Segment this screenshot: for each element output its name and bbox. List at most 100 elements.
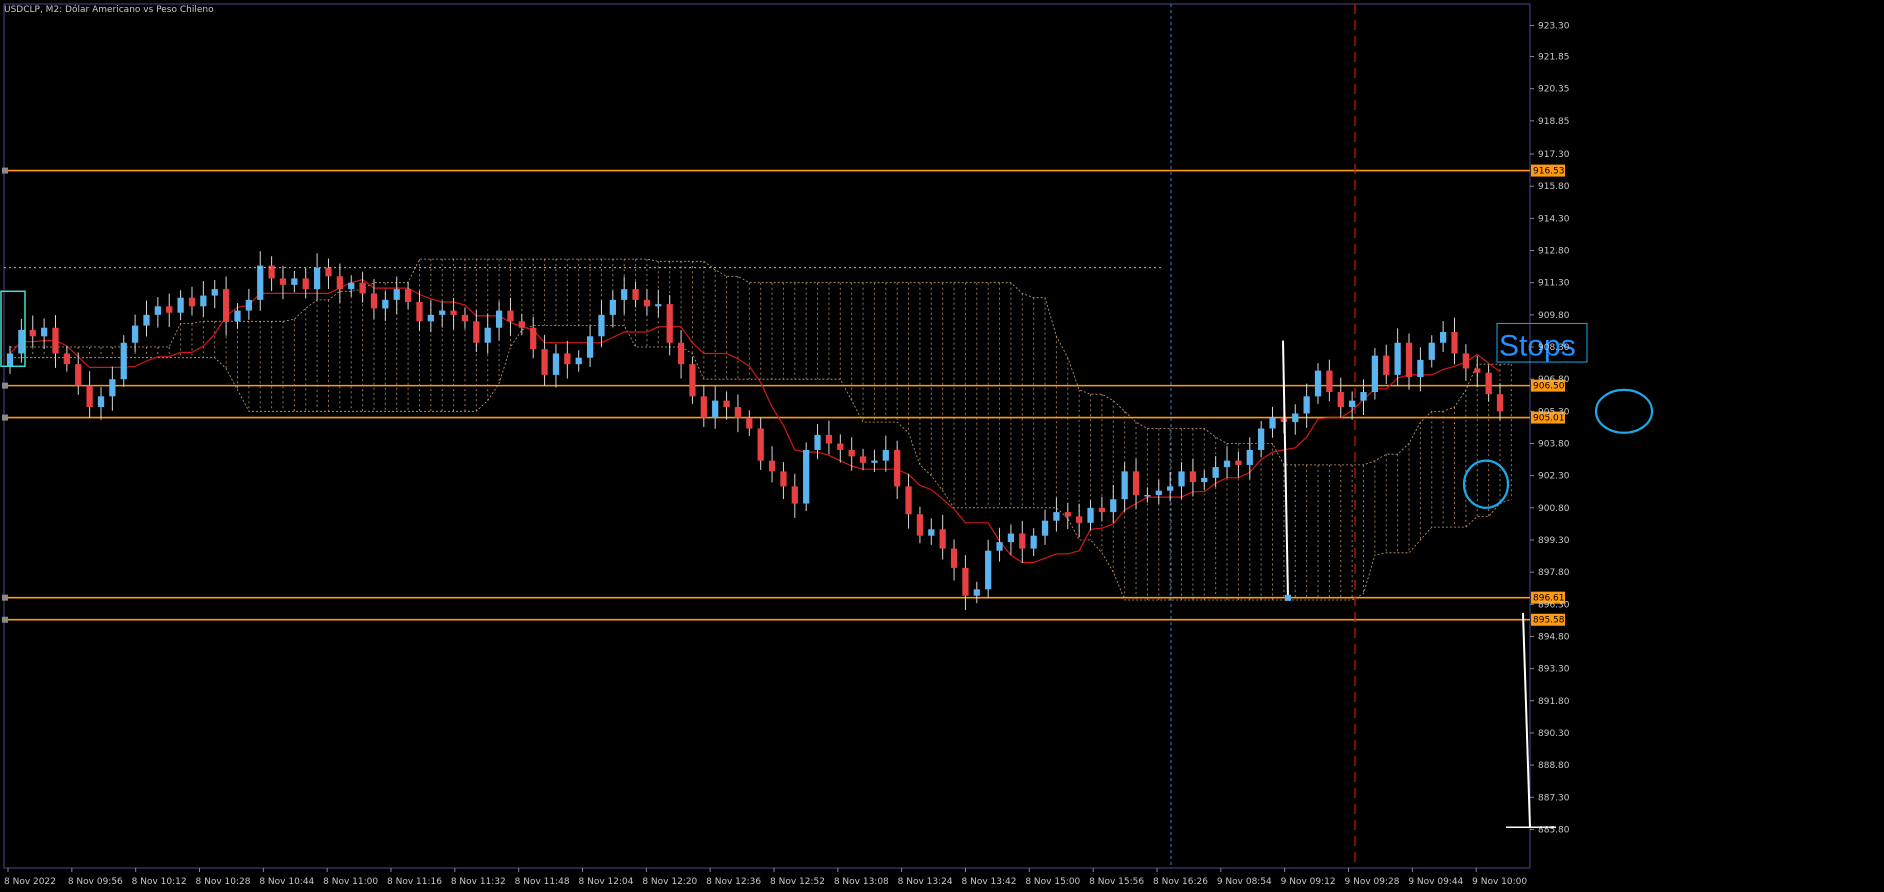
candle xyxy=(154,306,161,315)
candle xyxy=(177,297,184,313)
candle xyxy=(302,278,309,290)
kijun-line xyxy=(9,278,1501,564)
candle xyxy=(29,329,36,337)
price-tick-label: 890.30 xyxy=(1538,729,1570,739)
time-tick-label: 8 Nov 12:36 xyxy=(706,877,761,887)
time-tick-label: 8 Nov 12:04 xyxy=(579,877,634,887)
target-ellipse-upper xyxy=(1594,388,1654,434)
price-chart[interactable]: 916.53906.50905.01896.61895.58 Stops 923… xyxy=(0,0,1884,892)
candle xyxy=(814,434,821,450)
price-axis-labels: 923.30 921.85 920.35 918.85 917.30 915.80 914.… xyxy=(1530,21,1570,835)
candle xyxy=(484,327,491,343)
candle xyxy=(666,304,673,343)
price-tick-label: 902.30 xyxy=(1538,472,1570,482)
candle xyxy=(40,327,48,337)
candle xyxy=(1292,413,1299,423)
candle xyxy=(166,306,173,313)
target-ellipse-lower xyxy=(1462,459,1510,509)
candle xyxy=(404,289,412,303)
time-tick-label: 8 Nov 13:24 xyxy=(898,877,953,887)
candle xyxy=(1440,332,1447,343)
price-tick-label: 923.30 xyxy=(1538,21,1570,31)
candle xyxy=(279,278,287,285)
candle xyxy=(52,327,59,354)
candle xyxy=(1212,467,1219,478)
candle xyxy=(1019,533,1026,549)
projection-line-2 xyxy=(1522,612,1531,828)
candle xyxy=(803,449,810,504)
price-tick-label: 917.30 xyxy=(1538,150,1570,160)
candle xyxy=(86,385,93,408)
chart-title: USDCLP, M2: Dólar Americano vs Peso Chil… xyxy=(4,4,214,15)
candle xyxy=(598,314,605,337)
time-tick-label: 8 Nov 10:44 xyxy=(259,877,314,887)
candle xyxy=(507,310,514,322)
time-tick-label: 8 Nov 12:20 xyxy=(642,877,697,887)
time-tick-label: 9 Nov 09:28 xyxy=(1345,877,1400,887)
candle xyxy=(655,304,662,307)
candle xyxy=(825,434,833,444)
candle xyxy=(962,567,969,596)
candle xyxy=(1167,486,1174,491)
price-tick-label: 920.35 xyxy=(1538,85,1570,95)
candle xyxy=(1314,370,1322,397)
candle xyxy=(222,289,230,322)
candle xyxy=(791,486,798,504)
horizontal-levels[interactable]: 916.53906.50905.01896.61895.58 xyxy=(2,164,1565,626)
candle xyxy=(734,407,742,418)
candle xyxy=(200,295,207,307)
candle xyxy=(689,364,696,397)
candle xyxy=(120,342,127,380)
time-tick-label: 8 Nov 13:08 xyxy=(834,877,889,887)
candle xyxy=(1155,490,1162,495)
candle xyxy=(1178,471,1185,487)
candle xyxy=(985,550,992,590)
price-tick-label: 900.80 xyxy=(1538,504,1570,514)
candle xyxy=(1121,471,1128,500)
candle xyxy=(768,460,776,472)
candle xyxy=(393,289,400,300)
price-tick-label: 908.30 xyxy=(1538,343,1570,353)
price-tick-label: 918.85 xyxy=(1538,117,1570,127)
candle xyxy=(1428,342,1435,360)
time-tick-label: 8 Nov 11:16 xyxy=(387,877,442,887)
candle xyxy=(848,449,855,457)
price-tick-label: 903.80 xyxy=(1538,440,1570,450)
candle xyxy=(257,265,264,300)
time-tick-label: 8 Nov 09:56 xyxy=(68,877,123,887)
candle xyxy=(1417,359,1424,378)
candle xyxy=(1269,417,1276,429)
candle xyxy=(575,357,582,365)
candle xyxy=(97,396,105,408)
candle xyxy=(439,310,446,315)
candle xyxy=(1394,342,1401,375)
time-tick-label: 8 Nov 11:00 xyxy=(323,877,378,887)
candle xyxy=(1303,396,1310,414)
price-tick-label: 897.80 xyxy=(1538,568,1570,578)
candle xyxy=(6,353,14,367)
candle xyxy=(746,417,753,429)
candle xyxy=(621,289,628,300)
candle xyxy=(1258,428,1265,450)
candle xyxy=(905,486,912,515)
chart-window[interactable]: 916.53 906.50 905.01 896.61 895.58 Stops 923… xyxy=(0,0,1884,892)
candle xyxy=(18,329,25,354)
price-tick-label: 915.80 xyxy=(1538,182,1570,192)
candle xyxy=(780,471,787,487)
projection-handle xyxy=(1285,594,1291,601)
time-tick-label: 9 Nov 08:54 xyxy=(1217,877,1272,887)
candle xyxy=(632,289,639,300)
price-tick-label: 891.80 xyxy=(1538,697,1570,707)
level-handle xyxy=(2,167,8,174)
candle xyxy=(427,314,434,322)
candle xyxy=(1360,392,1367,401)
price-tick-label: 885.80 xyxy=(1538,825,1570,835)
candle xyxy=(325,267,332,277)
candle xyxy=(757,428,764,461)
candle xyxy=(530,327,537,350)
candle xyxy=(291,278,298,285)
time-tick-label: 8 Nov 15:00 xyxy=(1025,877,1080,887)
candle xyxy=(461,314,469,322)
price-tick-label: 914.30 xyxy=(1538,214,1570,224)
level-handle xyxy=(2,616,8,623)
